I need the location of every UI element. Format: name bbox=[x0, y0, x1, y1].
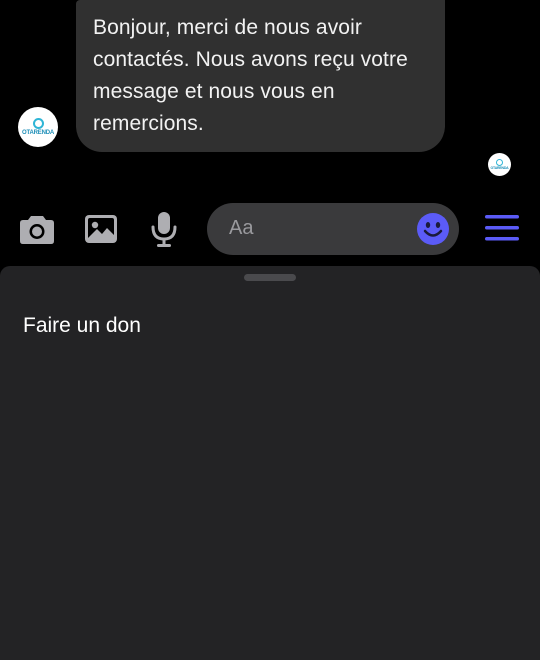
sender-avatar[interactable]: OTARENDA bbox=[18, 107, 58, 147]
message-input-placeholder: Aa bbox=[229, 217, 254, 239]
microphone-button[interactable] bbox=[145, 210, 183, 248]
read-receipt-brand-text: OTARENDA bbox=[490, 165, 509, 170]
image-icon bbox=[85, 215, 117, 243]
message-composer: Aa bbox=[0, 196, 540, 262]
camera-button[interactable] bbox=[18, 210, 56, 248]
smiley-icon bbox=[417, 213, 449, 245]
camera-icon bbox=[20, 216, 54, 244]
message-input[interactable]: Aa bbox=[207, 203, 459, 255]
read-receipt-avatar: OTARENDA bbox=[488, 153, 511, 176]
bottom-sheet: Faire un don bbox=[0, 266, 540, 660]
avatar-brand-text: OTARENDA bbox=[22, 130, 54, 136]
logo-ring-icon bbox=[496, 158, 503, 166]
sheet-grabber-handle[interactable] bbox=[244, 274, 296, 281]
menu-button[interactable] bbox=[484, 213, 522, 245]
emoji-button[interactable] bbox=[416, 212, 450, 246]
gallery-button[interactable] bbox=[82, 210, 120, 248]
message-bubble[interactable]: Bonjour, merci de nous avoir contactés. … bbox=[76, 0, 445, 152]
hamburger-menu-icon bbox=[485, 215, 519, 241]
microphone-icon bbox=[151, 212, 177, 247]
message-thread: OTARENDA Bonjour, merci de nous avoir co… bbox=[0, 0, 540, 196]
sheet-item-faire-un-don[interactable]: Faire un don bbox=[23, 314, 141, 338]
logo-ring-icon bbox=[32, 118, 44, 129]
